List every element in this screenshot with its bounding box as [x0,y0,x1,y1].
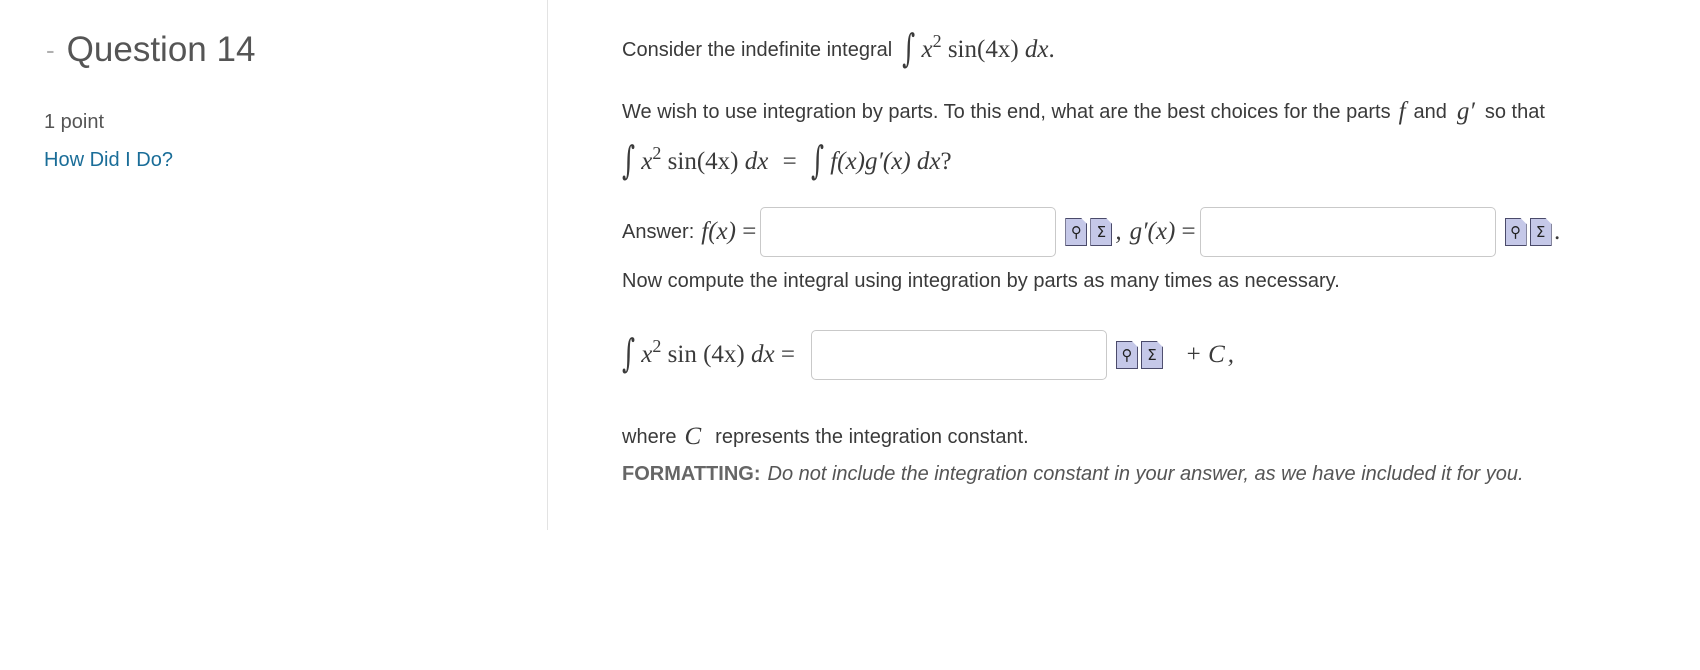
intro-line: Consider the indefinite integral ∫ x2 si… [622,29,1055,68]
equals: = [782,148,797,175]
formatting-text: Do not include the integration constant … [767,463,1524,485]
preview-icon[interactable]: ⚲ [1504,218,1527,246]
f-of-x: f(x) [701,218,736,245]
sin-func: sin [667,341,697,368]
constant-c: C [684,423,702,450]
dx: dx [916,148,941,175]
answer-row: Answer: f(x) = ⚲ Σ , g′(x) = ⚲ Σ . [622,207,1561,257]
integral-symbol: ∫ [902,26,916,71]
comma: , [1115,218,1122,245]
sin-func: sin [947,36,977,63]
exponent: 2 [652,143,662,164]
integral-expression: ∫ x2 sin (4x) dx = [622,334,795,373]
g-prime-symbol: g′ [1456,98,1475,125]
dx: dx [744,148,769,175]
compute-text: Now compute the integral using integrati… [622,270,1340,292]
equation-editor-icon[interactable]: Σ [1090,218,1113,246]
sin-arg: (4x) [977,36,1019,63]
question-mark: ? [940,148,952,175]
question-title: Question 14 [66,30,256,69]
parts-equation-math: ∫ x2 sin(4x) dx = ∫ f(x)g′(x) dx? [622,141,952,180]
plus-constant: + C [1184,341,1225,368]
g-prime-of-x: g′(x) [864,148,911,175]
integral-answer-row: ∫ x2 sin (4x) dx = ⚲ Σ + C , [622,330,1234,380]
question-header: - Question 14 [46,30,255,70]
compute-line: Now compute the integral using integrati… [622,270,1340,293]
collapse-toggle[interactable]: - [46,37,55,63]
how-did-i-do-link[interactable]: How Did I Do? [44,149,173,172]
f-symbol: f [1398,98,1406,125]
parts-so-that: so that [1484,100,1545,123]
exponent: 2 [652,336,662,357]
equation-editor-icon[interactable]: Σ [1140,341,1163,369]
parts-line: We wish to use integration by parts. To … [622,98,1545,126]
dx: dx [750,341,775,368]
g-prime-of-x: g′(x) [1129,218,1176,245]
question-sidebar: - Question 14 1 point How Did I Do? [0,0,548,530]
preview-icon[interactable]: ⚲ [1065,218,1088,246]
formatting-label: FORMATTING: [622,463,761,485]
period: . [1048,36,1055,63]
integral-symbol: ∫ [622,331,636,376]
var-x: x [641,148,653,175]
intro-integral: ∫ x2 sin(4x) dx. [902,29,1055,68]
comma: , [1227,341,1234,368]
exponent: 2 [932,31,942,52]
intro-text: Consider the indefinite integral [622,38,893,61]
period: . [1554,218,1561,245]
equals: = [1181,218,1196,245]
parts-equation: ∫ x2 sin(4x) dx = ∫ f(x)g′(x) dx? [622,141,952,180]
f-answer-label: f(x) = [701,218,756,246]
integral-symbol: ∫ [810,138,824,183]
equation-editor-icon[interactable]: Σ [1529,218,1552,246]
dx: dx [1024,36,1049,63]
f-answer-input[interactable] [760,207,1057,257]
g-answer-label: g′(x) = [1130,218,1196,246]
points-label: 1 point [44,111,105,133]
var-x: x [641,341,653,368]
var-x: x [921,36,933,63]
sin-func: sin [667,148,697,175]
answer-label: Answer: [622,220,695,243]
where-text: where [622,425,677,448]
where-line: where C represents the integration const… [622,423,1029,451]
sin-arg: (4x) [703,341,745,368]
integral-symbol: ∫ [622,138,636,183]
integral-answer-input[interactable] [810,330,1107,380]
equals: = [780,341,795,368]
parts-and: and [1413,100,1447,123]
equals: = [742,218,757,245]
formatting-line: FORMATTING: Do not include the integrati… [622,463,1524,486]
constant-text: represents the integration constant. [715,425,1029,448]
g-answer-input[interactable] [1199,207,1496,257]
parts-text: We wish to use integration by parts. To … [622,100,1391,123]
f-of-x: f(x) [830,148,865,175]
preview-icon[interactable]: ⚲ [1115,341,1138,369]
sin-arg: (4x) [696,148,739,175]
